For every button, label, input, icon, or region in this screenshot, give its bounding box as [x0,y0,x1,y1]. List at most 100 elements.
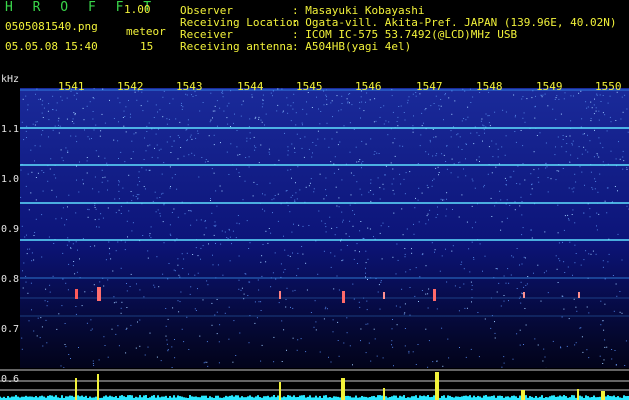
noise-speck [292,307,294,309]
noise-speck [290,120,292,122]
noise-speck [149,235,151,237]
noise-speck [203,362,205,364]
noise-speck [269,182,271,184]
noise-speck [585,149,587,151]
noise-speck [102,177,104,179]
noise-speck [76,92,78,94]
noise-speck [178,274,180,276]
noise-speck [613,310,615,312]
noise-speck [526,283,528,285]
noise-speck [552,340,554,342]
noise-speck [30,149,32,151]
noise-speck [117,140,119,142]
noise-speck [571,144,573,146]
noise-speck [345,233,347,235]
noise-speck [156,144,158,146]
noise-speck [507,268,509,270]
noise-speck [260,360,262,362]
noise-speck [545,167,547,169]
noise-speck [522,117,524,119]
noise-speck [224,312,226,314]
noise-speck [261,344,263,346]
noise-speck [441,327,443,329]
noise-speck [26,137,27,138]
noise-speck [368,191,370,193]
noise-speck [609,116,611,118]
noise-speck [139,319,141,321]
noise-speck [365,250,367,252]
noise-speck [29,248,31,250]
noise-speck [161,173,163,175]
noise-speck [559,260,561,262]
noise-speck [575,342,577,344]
noise-speck [92,363,94,364]
noise-speck [374,151,376,152]
noise-speck [392,189,394,191]
noise-speck [606,130,608,132]
noise-speck [127,236,128,238]
noise-speck [590,101,592,103]
noise-speck [251,96,253,98]
noise-speck [144,354,146,356]
noise-speck [248,166,250,168]
noise-speck [120,205,122,207]
noise-speck [367,279,368,280]
noise-speck [349,345,351,347]
noise-speck [530,229,532,231]
noise-speck [516,183,518,184]
noise-speck [73,112,75,114]
noise-speck [359,101,361,103]
noise-speck [596,212,598,214]
noise-speck [104,122,106,124]
noise-speck [290,169,292,171]
noise-speck [61,99,63,101]
noise-speck [434,249,436,251]
noise-speck [451,113,453,115]
noise-speck [521,98,523,100]
noise-speck [258,301,260,303]
noise-speck [131,200,133,202]
noise-speck [581,336,583,338]
noise-speck [132,222,134,224]
noise-speck [595,253,597,255]
noise-speck [458,162,459,164]
noise-speck [268,148,270,150]
noise-speck [61,157,63,159]
noise-speck [471,178,473,180]
noise-speck [450,172,452,174]
noise-speck [482,140,483,142]
noise-speck [286,287,288,289]
noise-speck [214,221,216,223]
noise-speck [516,248,518,249]
noise-speck [587,106,589,108]
noise-speck [505,135,507,137]
noise-speck [361,162,363,164]
noise-speck [132,195,134,197]
noise-speck [47,180,49,182]
noise-speck [177,300,179,302]
noise-speck [181,108,183,110]
noise-speck [445,215,447,217]
noise-speck [473,257,475,258]
noise-speck [254,117,256,119]
noise-speck [562,168,564,169]
noise-speck [617,233,619,235]
noise-speck [295,112,297,114]
noise-speck [415,95,417,97]
noise-speck [581,153,583,155]
noise-speck [349,151,351,153]
noise-speck [392,168,394,170]
noise-speck [409,171,411,173]
noise-speck [572,274,573,276]
noise-speck [514,201,516,203]
noise-speck [401,288,403,290]
noise-speck [118,345,120,347]
noise-speck [137,184,139,186]
noise-speck [583,146,585,148]
noise-speck [339,141,341,143]
noise-speck [222,274,224,276]
noise-speck [103,336,105,338]
noise-speck [534,117,536,119]
noise-speck [401,208,403,210]
noise-speck [148,122,150,124]
